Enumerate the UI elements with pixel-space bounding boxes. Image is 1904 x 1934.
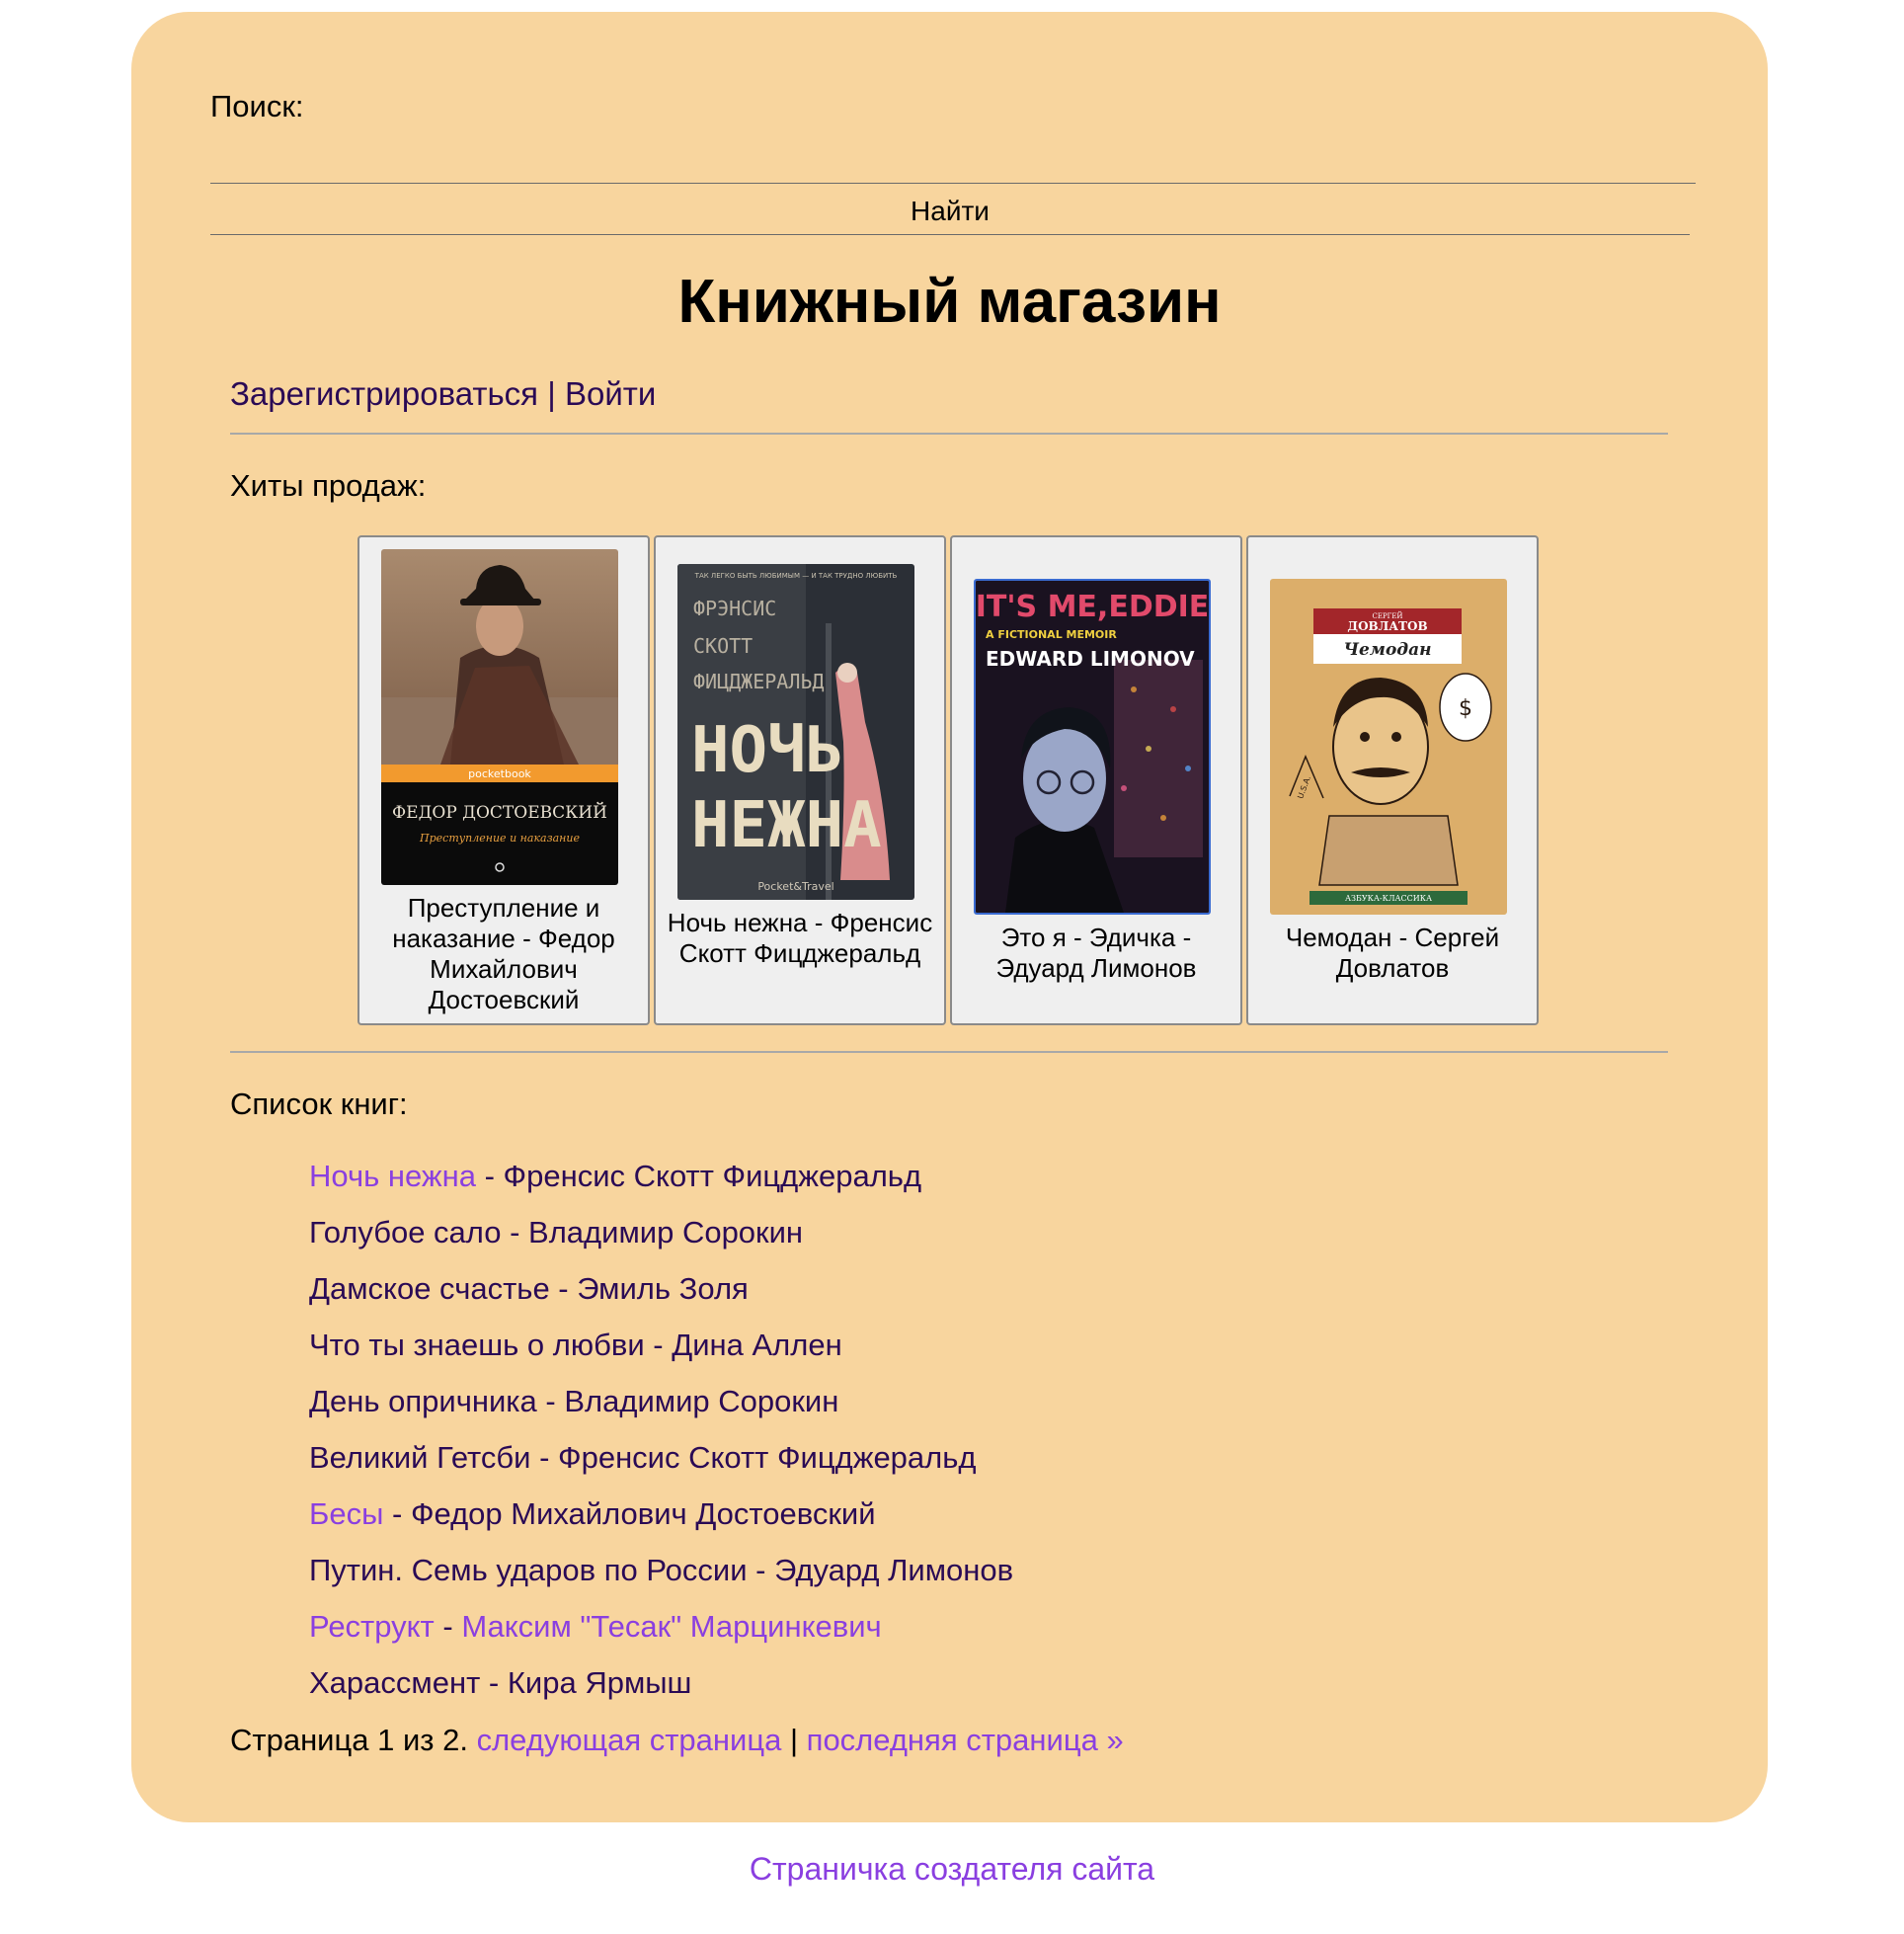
list-item: Великий Гетсби - Френсис Скотт Фицджерал…	[309, 1440, 977, 1475]
cover-title: Чемодан	[1343, 640, 1431, 660]
book-title-link[interactable]: Ночь нежна	[309, 1159, 476, 1193]
book-cover-image[interactable]: IT'S ME,EDDIE A FICTIONAL MEMOIR EDWARD …	[974, 579, 1211, 915]
cover-author: СКОТТ	[693, 634, 753, 658]
cover-publisher: АЗБУКА-КЛАССИКА	[1345, 894, 1432, 903]
book-list-label: Список книг:	[230, 1087, 408, 1121]
divider	[230, 1051, 1668, 1053]
book-caption[interactable]: Преступление и наказание - Федор Михайло…	[365, 893, 642, 1015]
book-cover-image[interactable]: ТАК ЛЕГКО БЫТЬ ЛЮБИМЫМ — И ТАК ТРУДНО ЛЮ…	[677, 564, 914, 900]
cover-badge: pocketbook	[468, 767, 531, 780]
cover-publisher: Pocket&Travel	[757, 880, 833, 893]
bestsellers-label: Хиты продаж:	[230, 468, 427, 503]
list-item: День опричника - Владимир Сорокин	[309, 1384, 839, 1418]
cover-subtitle: A FICTIONAL MEMOIR	[986, 628, 1117, 641]
book-cover-image[interactable]: СЕРГЕЙ ДОВЛАТОВ Чемодан $ U.S.A. АЗБУКА-…	[1270, 579, 1507, 915]
list-item: Путин. Семь ударов по России - Эдуард Ли…	[309, 1553, 1014, 1587]
author-link[interactable]: Кира Ярмыш	[508, 1665, 692, 1700]
register-link[interactable]: Зарегистрироваться	[230, 375, 538, 412]
bestseller-card[interactable]: СЕРГЕЙ ДОВЛАТОВ Чемодан $ U.S.A. АЗБУКА-…	[1246, 535, 1539, 1025]
author-link[interactable]: Владимир Сорокин	[564, 1384, 838, 1418]
svg-text:$: $	[1459, 696, 1472, 721]
book-cover-image[interactable]: pocketbook ФЕДОР ДОСТОЕВСКИЙ Преступлени…	[381, 549, 618, 885]
site-author-link[interactable]: Страничка создателя сайта	[0, 1851, 1904, 1888]
divider	[230, 433, 1668, 435]
search-button[interactable]: Найти	[210, 188, 1690, 235]
author-link[interactable]: Эдуард Лимонов	[774, 1553, 1013, 1587]
bestseller-card[interactable]: pocketbook ФЕДОР ДОСТОЕВСКИЙ Преступлени…	[357, 535, 650, 1025]
book-list: Ночь нежна - Френсис Скотт Фицджеральд Г…	[309, 1148, 1013, 1711]
auth-links: Зарегистрироваться | Войти	[230, 375, 656, 413]
page-title: Книжный магазин	[677, 268, 1222, 336]
book-title-link[interactable]: Путин. Семь ударов по России	[309, 1553, 748, 1587]
search-input[interactable]	[210, 136, 1696, 184]
list-item: Ночь нежна - Френсис Скотт Фицджеральд	[309, 1159, 922, 1193]
cover-tagline: ТАК ЛЕГКО БЫТЬ ЛЮБИМЫМ — И ТАК ТРУДНО ЛЮ…	[694, 572, 898, 580]
list-item: Голубое сало - Владимир Сорокин	[309, 1215, 804, 1249]
book-title-link[interactable]: Реструкт	[309, 1609, 435, 1644]
book-caption[interactable]: Это я - Эдичка - Эдуард Лимонов	[958, 923, 1234, 984]
book-title-link[interactable]: Дамское счастье	[309, 1271, 550, 1306]
auth-separator: |	[547, 375, 556, 412]
book-caption[interactable]: Ночь нежна - Френсис Скотт Фицджеральд	[662, 908, 938, 969]
cover-author-last: ДОВЛАТОВ	[1347, 619, 1427, 633]
cover-title: IT'S ME,EDDIE	[976, 590, 1209, 624]
author-link[interactable]: Владимир Сорокин	[528, 1215, 803, 1249]
main-panel: Поиск: Найти Книжный магазин Зарегистрир…	[131, 12, 1768, 1822]
list-item: Дамское счастье - Эмиль Золя	[309, 1271, 749, 1306]
book-title-link[interactable]: Голубое сало	[309, 1215, 501, 1249]
author-link[interactable]: Максим "Тесак" Марцинкевич	[461, 1609, 881, 1644]
book-title-link[interactable]: День опричника	[309, 1384, 537, 1418]
book-title-link[interactable]: Харассмент	[309, 1665, 480, 1700]
list-item: Бесы - Федор Михайлович Достоевский	[309, 1496, 876, 1531]
author-link[interactable]: Федор Михайлович Достоевский	[411, 1496, 876, 1531]
book-title-link[interactable]: Что ты знаешь о любви	[309, 1328, 645, 1362]
bestseller-card[interactable]: ТАК ЛЕГКО БЫТЬ ЛЮБИМЫМ — И ТАК ТРУДНО ЛЮ…	[654, 535, 946, 1025]
list-item: Харассмент - Кира Ярмыш	[309, 1665, 692, 1700]
login-link[interactable]: Войти	[565, 375, 656, 412]
page-indicator: Страница 1 из 2.	[230, 1723, 468, 1757]
cover-title: НЕЖНА	[691, 789, 882, 862]
author-link[interactable]: Френсис Скотт Фицджеральд	[504, 1159, 921, 1193]
cover-author: ФРЭНСИС	[693, 597, 776, 620]
book-caption[interactable]: Чемодан - Сергей Довлатов	[1254, 923, 1531, 984]
book-title-link[interactable]: Бесы	[309, 1496, 383, 1531]
cover-title: НОЧЬ	[691, 714, 843, 787]
author-link[interactable]: Френсис Скотт Фицджеральд	[558, 1440, 976, 1475]
author-link[interactable]: Дина Аллен	[672, 1328, 842, 1362]
bestseller-card[interactable]: IT'S ME,EDDIE A FICTIONAL MEMOIR EDWARD …	[950, 535, 1242, 1025]
cover-author: ФИЦДЖЕРАЛЬД	[693, 670, 824, 693]
search-label: Поиск:	[210, 89, 304, 123]
last-page-link[interactable]: последняя страница »	[807, 1723, 1124, 1757]
cover-title: Преступление и наказание	[419, 832, 580, 845]
book-title-link[interactable]: Великий Гетсби	[309, 1440, 530, 1475]
next-page-link[interactable]: следующая страница	[477, 1723, 782, 1757]
cover-author: EDWARD LIMONOV	[986, 647, 1195, 671]
list-item: Что ты знаешь о любви - Дина Аллен	[309, 1328, 842, 1362]
pagination-separator: |	[789, 1723, 799, 1757]
pagination: Страница 1 из 2. следующая страница | по…	[230, 1723, 1124, 1758]
author-link[interactable]: Эмиль Золя	[577, 1271, 749, 1306]
cover-author: ФЕДОР ДОСТОЕВСКИЙ	[392, 802, 607, 823]
list-item: Реструкт - Максим "Тесак" Марцинкевич	[309, 1609, 882, 1644]
